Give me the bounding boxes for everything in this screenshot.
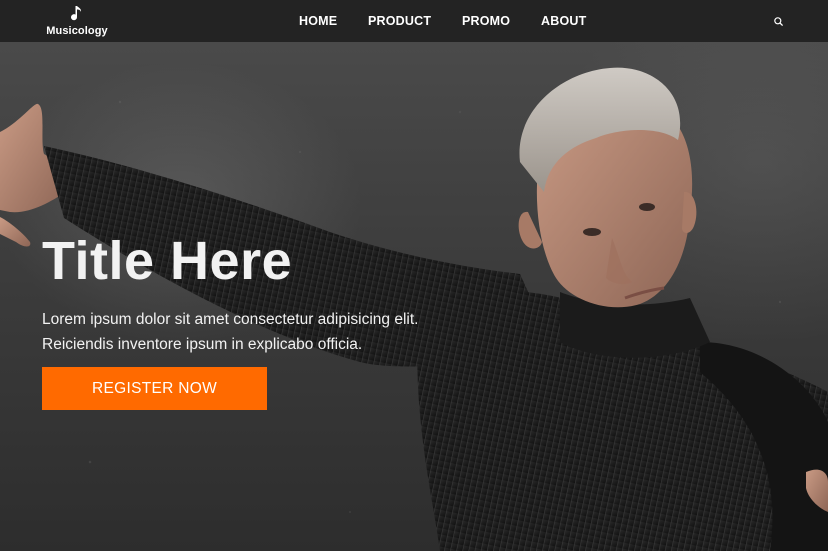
- hero-description: Lorem ipsum dolor sit amet consectetur a…: [42, 311, 419, 353]
- nav-item-home[interactable]: HOME: [299, 14, 337, 29]
- main-nav: HOME PRODUCT PROMO ABOUT: [0, 0, 828, 42]
- hero-section: Title Here Lorem ipsum dolor sit amet co…: [0, 42, 828, 551]
- landing-page: Musicology HOME PRODUCT PROMO ABOUT Titl…: [0, 0, 828, 551]
- search-button[interactable]: [773, 15, 785, 27]
- nav-item-about[interactable]: ABOUT: [541, 14, 586, 29]
- navbar: Musicology HOME PRODUCT PROMO ABOUT: [0, 0, 828, 42]
- hero-content: Title Here Lorem ipsum dolor sit amet co…: [42, 228, 442, 410]
- nav-item-product[interactable]: PRODUCT: [368, 14, 431, 29]
- nav-item-promo[interactable]: PROMO: [462, 14, 510, 29]
- hero-title: Title Here: [42, 231, 293, 291]
- register-now-button[interactable]: REGISTER NOW: [42, 367, 267, 410]
- search-icon: [774, 17, 784, 27]
